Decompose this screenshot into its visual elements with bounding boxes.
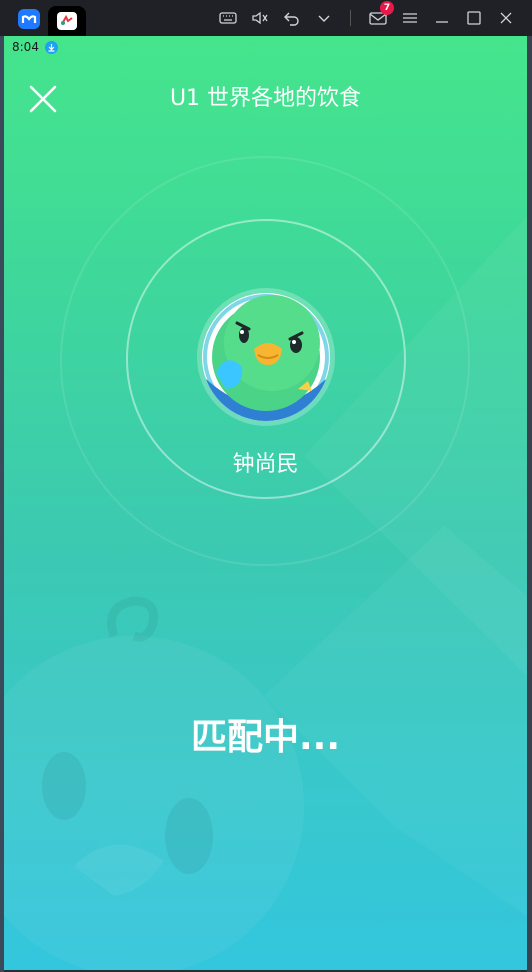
window-close-icon[interactable] [495, 8, 517, 28]
undo-icon[interactable] [281, 8, 303, 28]
status-time: 8:04 [12, 40, 39, 54]
emulator-logo-icon [18, 9, 40, 29]
app-tab[interactable] [48, 6, 86, 36]
download-icon [45, 41, 58, 54]
mute-icon[interactable] [249, 8, 271, 28]
avatar [202, 293, 330, 421]
phone-screen: 8:04 U1 世界各地的饮食 钟尚民 匹配中... [4, 36, 527, 970]
keyboard-icon[interactable] [217, 8, 239, 28]
toolbar-divider [350, 10, 351, 26]
matching-status: 匹配中... [190, 717, 341, 758]
page-title: U1 世界各地的饮食 [169, 86, 362, 111]
chevron-down-icon[interactable] [313, 8, 335, 28]
maximize-icon[interactable] [463, 8, 485, 28]
emulator-title-bar: 7 [0, 0, 532, 36]
bird-mascot-icon [203, 294, 329, 421]
avatar-frame [197, 288, 335, 426]
menu-icon[interactable] [399, 8, 421, 28]
player-name: 钟尚民 [232, 452, 299, 477]
app-icon [57, 12, 77, 30]
message-count-badge: 7 [380, 1, 394, 15]
minimize-icon[interactable] [431, 8, 453, 28]
desktop-edge-right [527, 36, 532, 972]
